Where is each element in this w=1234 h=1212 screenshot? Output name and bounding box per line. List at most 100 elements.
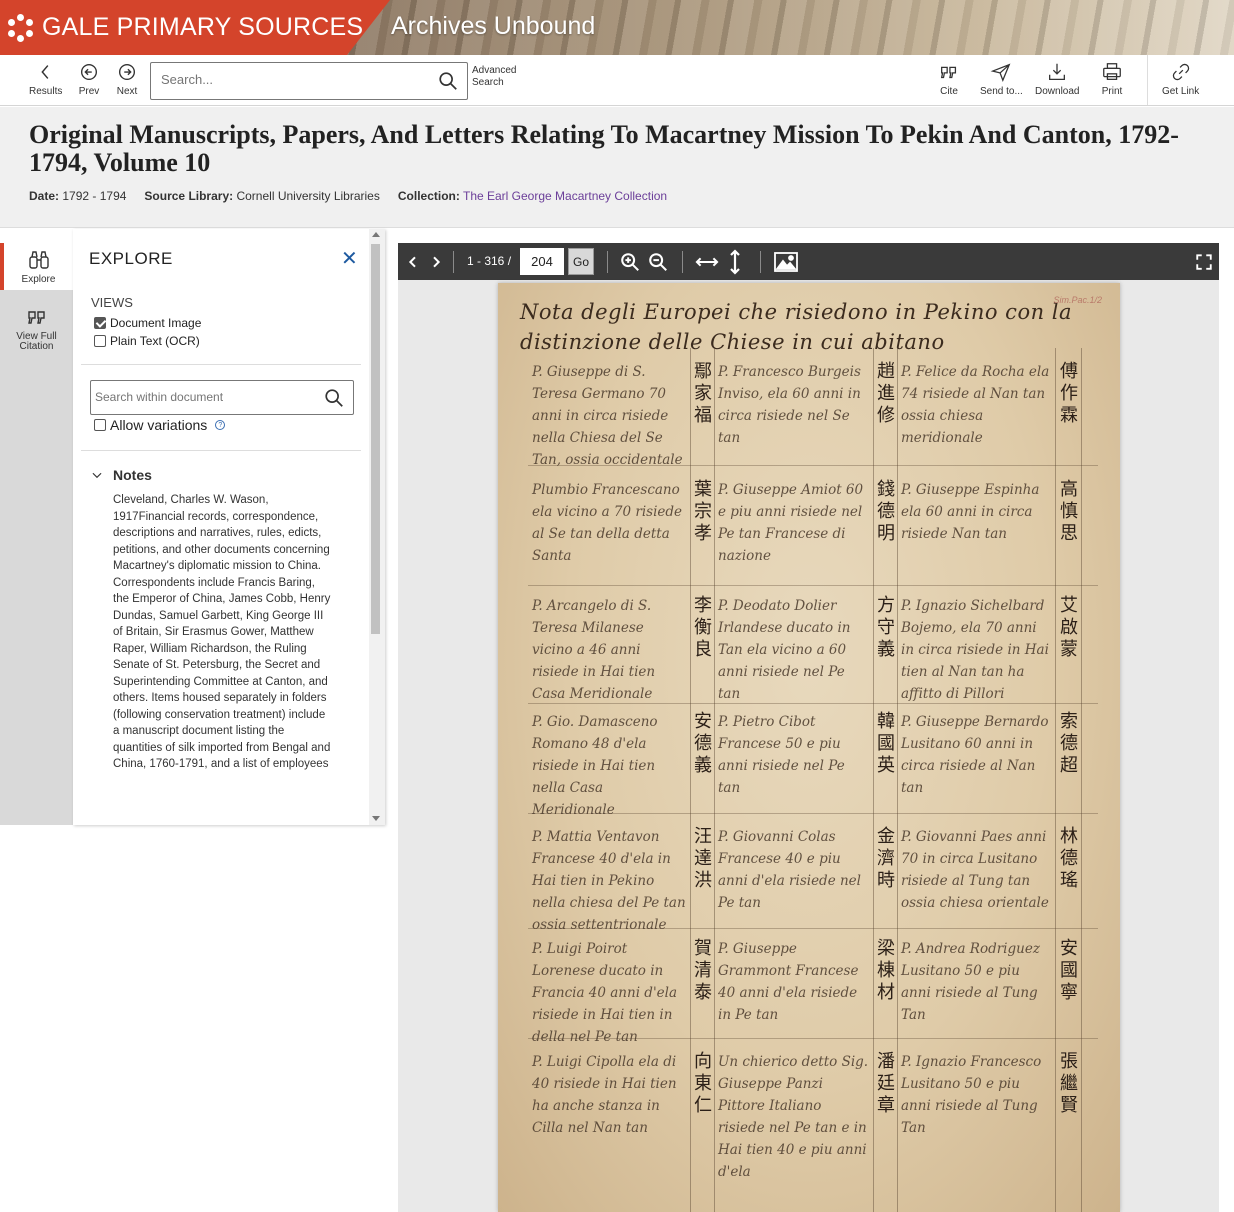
column-rule [1081,348,1082,1212]
search-icon[interactable] [437,70,459,92]
page-count: 1 - 316 / [467,254,512,268]
arrow-left-circle-icon [80,63,98,81]
manuscript-entry: P. Ignazio Francesco Lusitano 50 e piu a… [901,1054,1042,1136]
brand-name: GALE PRIMARY SOURCES [42,13,364,41]
prev-button[interactable]: Prev [78,61,100,97]
zoom-out-button[interactable] [646,249,670,274]
manuscript-entry: P. Giuseppe Bernardo Lusitano 60 anni in… [901,714,1049,796]
brand-logo-area[interactable]: GALE PRIMARY SOURCES [0,0,390,55]
quote-icon [27,311,45,324]
manuscript-entry: P. Giuseppe Espinha ela 60 anni in circa… [901,482,1040,542]
allow-variations-checkbox-wrap [94,419,110,431]
toolbar-divider [1147,55,1148,105]
explore-scrollbar[interactable] [369,229,385,825]
get-link-button[interactable]: Get Link [1162,61,1199,97]
help-icon[interactable]: ? [215,420,226,430]
manuscript-chinese-name: 梁棟材 [877,938,895,1003]
print-label: Print [1101,86,1123,97]
manuscript-page-image[interactable]: Nota degli Europei che risiedono in Peki… [498,283,1120,1212]
results-button[interactable]: Results [29,61,62,97]
source-label: Source Library: [144,189,234,203]
next-page-button[interactable] [427,249,445,274]
allow-variations-checkbox[interactable] [94,419,106,431]
image-settings-button[interactable] [772,249,800,274]
fit-height-button[interactable] [725,248,745,275]
manuscript-chinese-name: 趙進修 [877,361,895,426]
zoom-in-button[interactable] [618,249,642,274]
manuscript-entry: P. Giuseppe Amiot 60 e piu anni risiede … [718,482,864,564]
page-number-input[interactable] [520,248,564,275]
manuscript-chinese-name: 安國寧 [1060,938,1078,1003]
search-within-box [90,380,354,415]
scroll-up-icon[interactable] [372,232,380,237]
image-icon [774,251,798,272]
manuscript-chinese-name: 向東仁 [694,1051,712,1116]
rail-view-citation[interactable]: View Full Citation [0,305,73,352]
manuscript-chinese-name: 鄢家福 [694,361,712,426]
zoom-in-icon [621,252,639,271]
allow-variations[interactable]: Allow variations ? [94,417,226,433]
fullscreen-button[interactable] [1194,249,1214,274]
scroll-thumb[interactable] [371,244,380,634]
manuscript-entry: P. Mattia Ventavon Francese 40 d'ela in … [532,829,686,933]
manuscript-entry: P. Arcangelo di S. Teresa Milanese vicin… [532,598,656,702]
manuscript-entry: P. Ignazio Sichelbard Bojemo, ela 70 ann… [901,598,1049,702]
manuscript-stamp: Sim.Pac.1/2 [1053,295,1102,305]
scroll-down-icon[interactable] [372,816,380,821]
manuscript-entry: Un chierico detto Sig. Giuseppe Panzi Pi… [718,1054,869,1180]
binoculars-icon [28,251,49,269]
manuscript-entry: P. Deodato Dolier Irlandese ducato in Ta… [718,598,851,702]
close-icon[interactable]: ✕ [341,246,358,271]
column-rule [714,348,715,1212]
search-input[interactable] [161,72,421,87]
manuscript-chinese-name: 張繼賢 [1060,1051,1078,1116]
fit-width-button[interactable] [693,249,721,274]
manuscript-chinese-name: 汪達洪 [694,826,712,891]
panel-divider [81,450,361,451]
notes-text: Cleveland, Charles W. Wason, 1917Financi… [113,494,331,770]
next-button[interactable]: Next [116,61,138,97]
manuscript-chinese-name: 傅作霖 [1060,361,1078,426]
manuscript-entry: P. Felice da Rocha ela 74 risiede al Nan… [901,364,1050,446]
notes-toggle[interactable]: Notes [90,467,152,483]
collection-link[interactable]: The Earl George Macartney Collection [463,189,667,203]
document-image-checkbox[interactable] [94,317,106,329]
viewer-divider [682,251,683,273]
fullscreen-icon [1196,253,1212,270]
search-box [150,62,468,100]
print-button[interactable]: Print [1101,61,1123,97]
source-field: Source Library: Cornell University Libra… [144,189,379,203]
go-button[interactable]: Go [568,248,594,275]
cite-button[interactable]: Cite [938,61,960,97]
download-icon [1049,63,1066,80]
get-link-label: Get Link [1162,86,1200,97]
arrow-right-circle-icon [118,63,136,81]
manuscript-entry: P. Giuseppe Grammont Francese 40 anni d'… [718,941,859,1023]
download-button[interactable]: Download [1035,61,1079,97]
viewer-divider [760,251,761,273]
manuscript-entry: P. Giovanni Colas Francese 40 e piu anni… [718,829,861,911]
send-to-label: Send to... [980,86,1023,97]
search-icon[interactable] [323,387,345,409]
send-to-button[interactable]: Send to... [980,61,1023,97]
plain-text-checkbox[interactable] [94,335,106,347]
collection-field: Collection: The Earl George Macartney Co… [398,189,667,203]
prev-page-button[interactable] [404,249,422,274]
column-rule [897,348,898,1212]
document-header: Original Manuscripts, Papers, And Letter… [0,107,1234,228]
advanced-search-link[interactable]: Advanced Search [472,65,532,89]
search-within-input[interactable] [95,390,315,404]
manuscript-chinese-name: 李衡良 [694,595,712,660]
view-document-image[interactable]: Document Image [94,316,201,330]
view-plain-text[interactable]: Plain Text (OCR) [94,334,200,348]
product-name[interactable]: Archives Unbound [391,12,595,41]
notes-title: Notes [113,467,152,483]
manuscript-chinese-name: 韓國英 [877,711,895,776]
manuscript-chinese-name: 索德超 [1060,711,1078,776]
next-label: Next [116,86,138,97]
source-value: Cornell University Libraries [236,189,380,203]
rail-explore-label: Explore [21,274,56,285]
results-label: Results [29,86,63,97]
zoom-out-icon [649,252,667,271]
rail-explore[interactable]: Explore [0,243,73,290]
